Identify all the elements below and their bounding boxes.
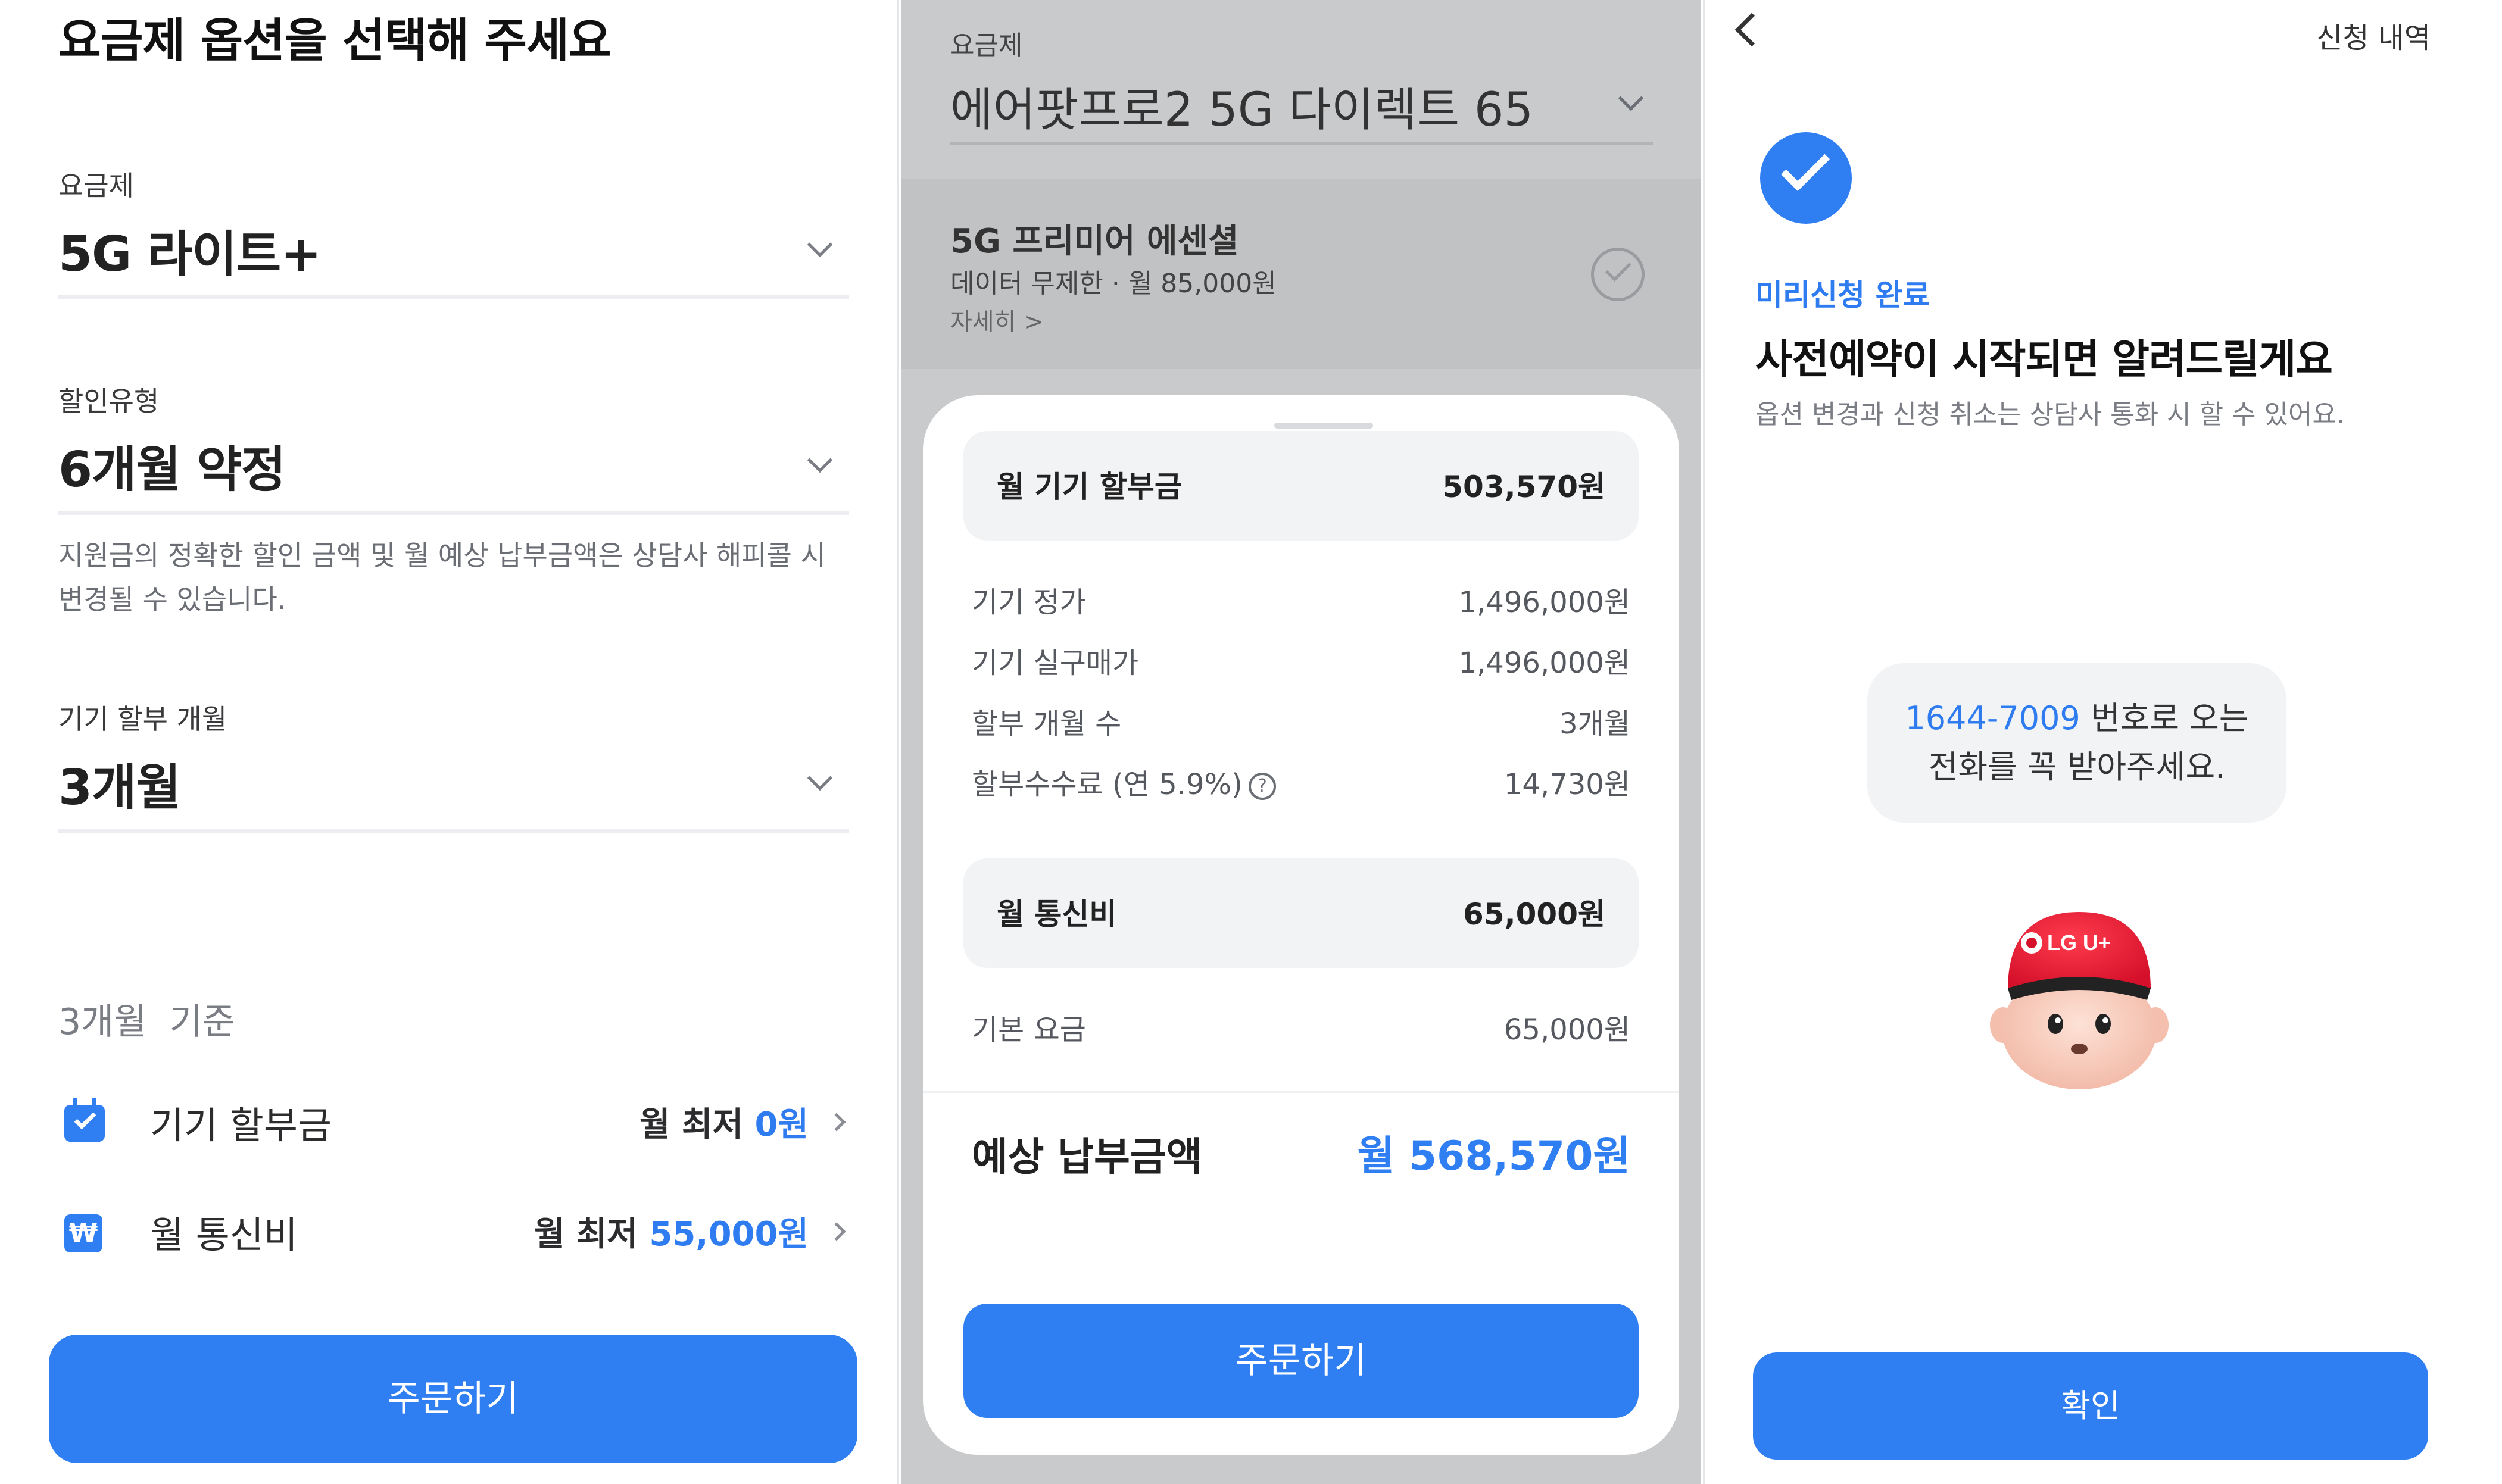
- chevron-down-icon: [807, 765, 833, 791]
- mascot-logo-text: LG U+: [2047, 930, 2111, 955]
- divider: [923, 1091, 1679, 1093]
- monthly-fee-label: 월 통신비: [150, 1213, 298, 1257]
- plan-options-screen: 요금제 옵션을 선택해 주세요 요금제 5G 라이트+ 할인유형 6개월 약정 …: [0, 0, 899, 1484]
- won-receipt-icon: ₩: [64, 1214, 102, 1252]
- field-underline: [58, 511, 849, 515]
- status-label: 미리신청 완료: [1755, 278, 1930, 313]
- chevron-down-icon: [807, 447, 833, 473]
- success-check-icon: [1760, 132, 1852, 224]
- device-payment-row[interactable]: 기기 할부금 월 최저 0원: [58, 1095, 850, 1149]
- plan-field-label: 요금제: [58, 170, 134, 202]
- plan-select[interactable]: 에어팟프로2 5G 다이렉트 65: [901, 65, 1701, 143]
- alt-plan-description: 데이터 무제한 · 월 85,000원: [950, 268, 1277, 299]
- payment-summary-screen: 요금제 에어팟프로2 5G 다이렉트 65 5G 프리미어 에센셜 데이터 무제…: [901, 0, 1701, 1484]
- confirm-button[interactable]: 확인: [1753, 1352, 2428, 1460]
- calendar-check-icon: [64, 1098, 105, 1142]
- bottom-sheet: 월 기기 할부금 503,570원 기기 정가 1,496,000원 기기 실구…: [923, 395, 1679, 1455]
- application-history-link[interactable]: 신청 내역: [2316, 14, 2431, 56]
- plan-select-value: 5G 라이트+: [58, 226, 322, 283]
- monthly-fee-row[interactable]: ₩ 월 통신비 월 최저 55,000원: [58, 1205, 850, 1258]
- telecom-monthly-value: 65,000원: [1463, 897, 1605, 932]
- order-button[interactable]: 주문하기: [963, 1304, 1639, 1418]
- list-item-label: 할부수수료 (연 5.9%)?: [972, 761, 1276, 802]
- chevron-down-icon: [1618, 85, 1644, 111]
- discount-type-select[interactable]: 6개월 약정: [58, 430, 850, 519]
- list-item-value: 3개월: [1559, 707, 1630, 741]
- field-underline: [58, 295, 849, 299]
- sheet-handle[interactable]: [1274, 423, 1373, 429]
- list-item-label: 할부 개월 수: [972, 707, 1122, 741]
- device-monthly-box: 월 기기 할부금 503,570원: [963, 431, 1639, 541]
- page-title: 사전예약이 시작되면 알려드릴게요: [1755, 336, 2333, 383]
- list-item-value: 1,496,000원: [1458, 586, 1630, 619]
- plan-label: 요금제: [950, 30, 1023, 61]
- list-item-value: 14,730원: [1503, 768, 1630, 801]
- base-fee-value: 65,000원: [1503, 1013, 1630, 1046]
- phone-number: 1644-7009: [1905, 699, 2080, 737]
- telecom-monthly-box: 월 통신비 65,000원: [963, 858, 1639, 968]
- monthly-fee-value: 월 최저 55,000원: [534, 1215, 809, 1254]
- list-item-label: 기기 정가: [972, 586, 1086, 619]
- telecom-monthly-label: 월 통신비: [997, 897, 1117, 932]
- chevron-right-icon: [827, 1222, 846, 1241]
- plan-select-value: 에어팟프로2 5G 다이렉트 65: [950, 83, 1534, 137]
- discount-field-label: 할인유형: [58, 385, 160, 417]
- mascot-image: LG U+: [1990, 912, 2169, 1089]
- call-notice-bubble: 1644-7009 번호로 오는 전화를 꼭 받아주세요.: [1867, 663, 2286, 823]
- field-underline: [58, 829, 849, 833]
- installment-field-label: 기기 할부 개월: [58, 703, 227, 735]
- preorder-complete-screen: 신청 내역 미리신청 완료 사전예약이 시작되면 알려드릴게요 옵션 변경과 신…: [1703, 0, 2502, 1484]
- discount-notice: 지원금의 정확한 할인 금액 및 월 예상 납부금액은 상담사 해피콜 시 변경…: [58, 539, 826, 616]
- field-underline: [950, 142, 1653, 145]
- installment-select-value: 3개월: [58, 760, 181, 816]
- installment-select[interactable]: 3개월: [58, 748, 850, 837]
- device-payment-label: 기기 할부금: [150, 1104, 332, 1147]
- chevron-right-icon: [827, 1113, 846, 1132]
- device-monthly-label: 월 기기 할부금: [997, 470, 1182, 504]
- chevron-down-icon: [807, 232, 833, 258]
- alt-plan-details-link[interactable]: 자세히 >: [950, 302, 1044, 337]
- discount-select-value: 6개월 약정: [58, 442, 286, 498]
- total-value: 월 568,570원: [1357, 1133, 1630, 1180]
- plan-select[interactable]: 5G 라이트+: [58, 214, 850, 304]
- alt-plan-title: 5G 프리미어 에센셜: [950, 222, 1239, 261]
- device-payment-value: 월 최저 0원: [639, 1105, 809, 1144]
- list-item-value: 1,496,000원: [1458, 646, 1630, 680]
- base-fee-label: 기본 요금: [972, 1013, 1086, 1046]
- page-subtitle: 옵션 변경과 신청 취소는 상담사 통화 시 할 수 있어요.: [1755, 399, 2345, 430]
- order-button[interactable]: 주문하기: [49, 1335, 857, 1463]
- back-arrow-icon[interactable]: [1734, 13, 1769, 47]
- list-item-label: 기기 실구매가: [972, 646, 1139, 680]
- basis-caption: 3개월 기준: [58, 1001, 236, 1043]
- page-title: 요금제 옵션을 선택해 주세요: [58, 14, 612, 68]
- help-icon[interactable]: ?: [1248, 773, 1276, 800]
- total-label: 예상 납부금액: [972, 1134, 1203, 1180]
- device-monthly-value: 503,570원: [1442, 470, 1605, 504]
